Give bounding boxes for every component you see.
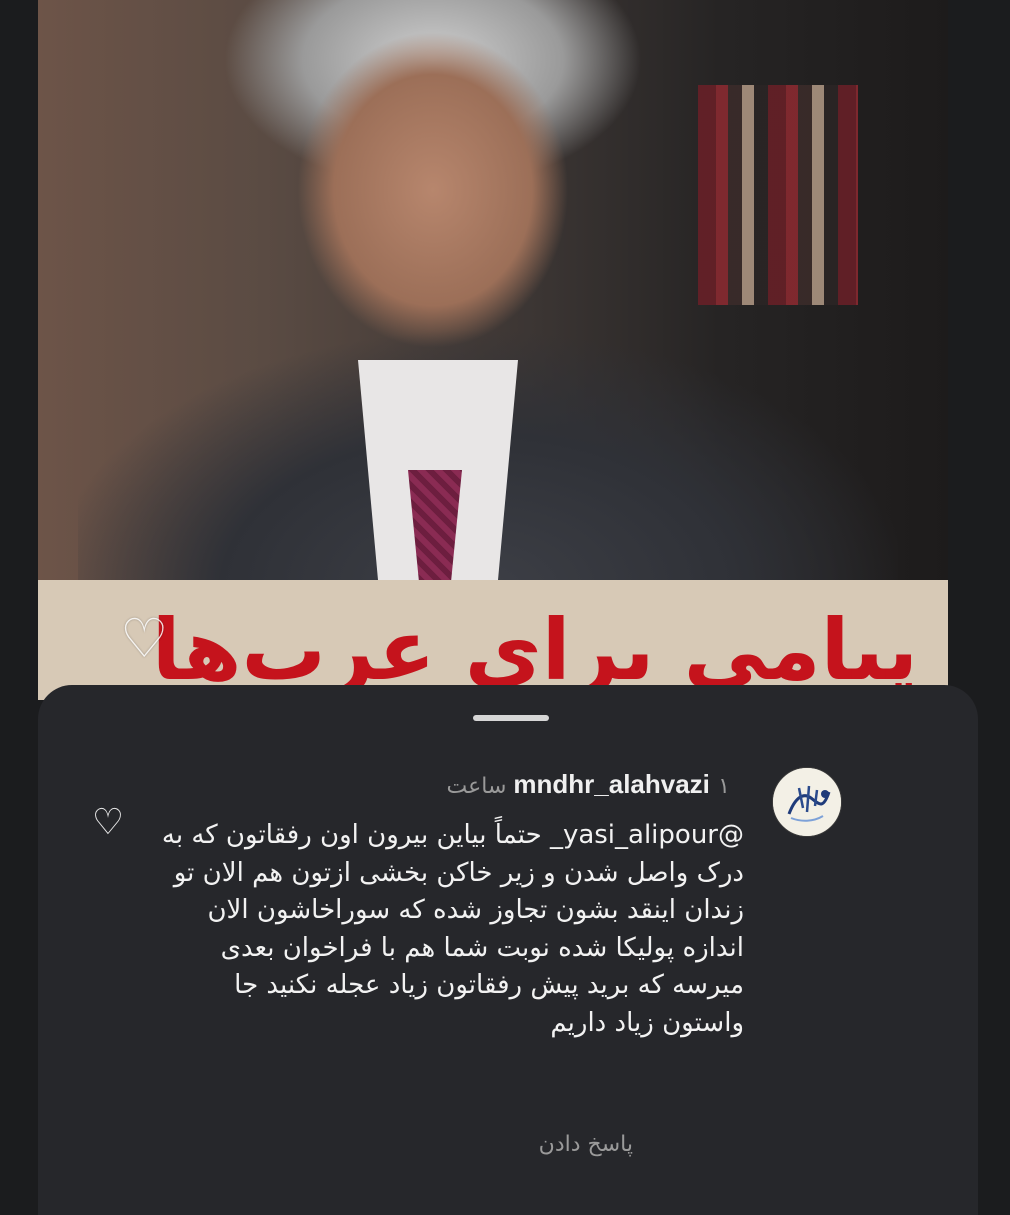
comment-mention[interactable]: @yasi_alipour_ xyxy=(550,820,744,850)
comment-message: حتماً بیاین بیرون اون رفقاتون که به درک … xyxy=(161,820,744,1038)
comment-text: @yasi_alipour_ حتماً بیاین بیرون اون رفق… xyxy=(144,817,744,1042)
post-image[interactable]: پیامی برای عرب‌ها ♡ xyxy=(38,0,948,700)
heart-outline-icon[interactable]: ♡ xyxy=(120,612,180,666)
reply-button[interactable]: پاسخ دادن xyxy=(539,1130,633,1160)
sheet-drag-handle[interactable] xyxy=(473,715,549,721)
threads-icon: @ xyxy=(718,820,744,850)
bookshelf-background xyxy=(698,85,858,305)
heart-outline-icon[interactable]: ♡ xyxy=(88,803,128,843)
avatar-image xyxy=(773,768,841,836)
comments-sheet: mndhr_alahvazi ۱ ساعت @yasi_alipour_ حتم… xyxy=(38,685,978,1215)
avatar[interactable] xyxy=(772,767,842,837)
comment-header: mndhr_alahvazi ۱ ساعت xyxy=(447,767,744,804)
comment-username[interactable]: mndhr_alahvazi xyxy=(513,769,710,799)
